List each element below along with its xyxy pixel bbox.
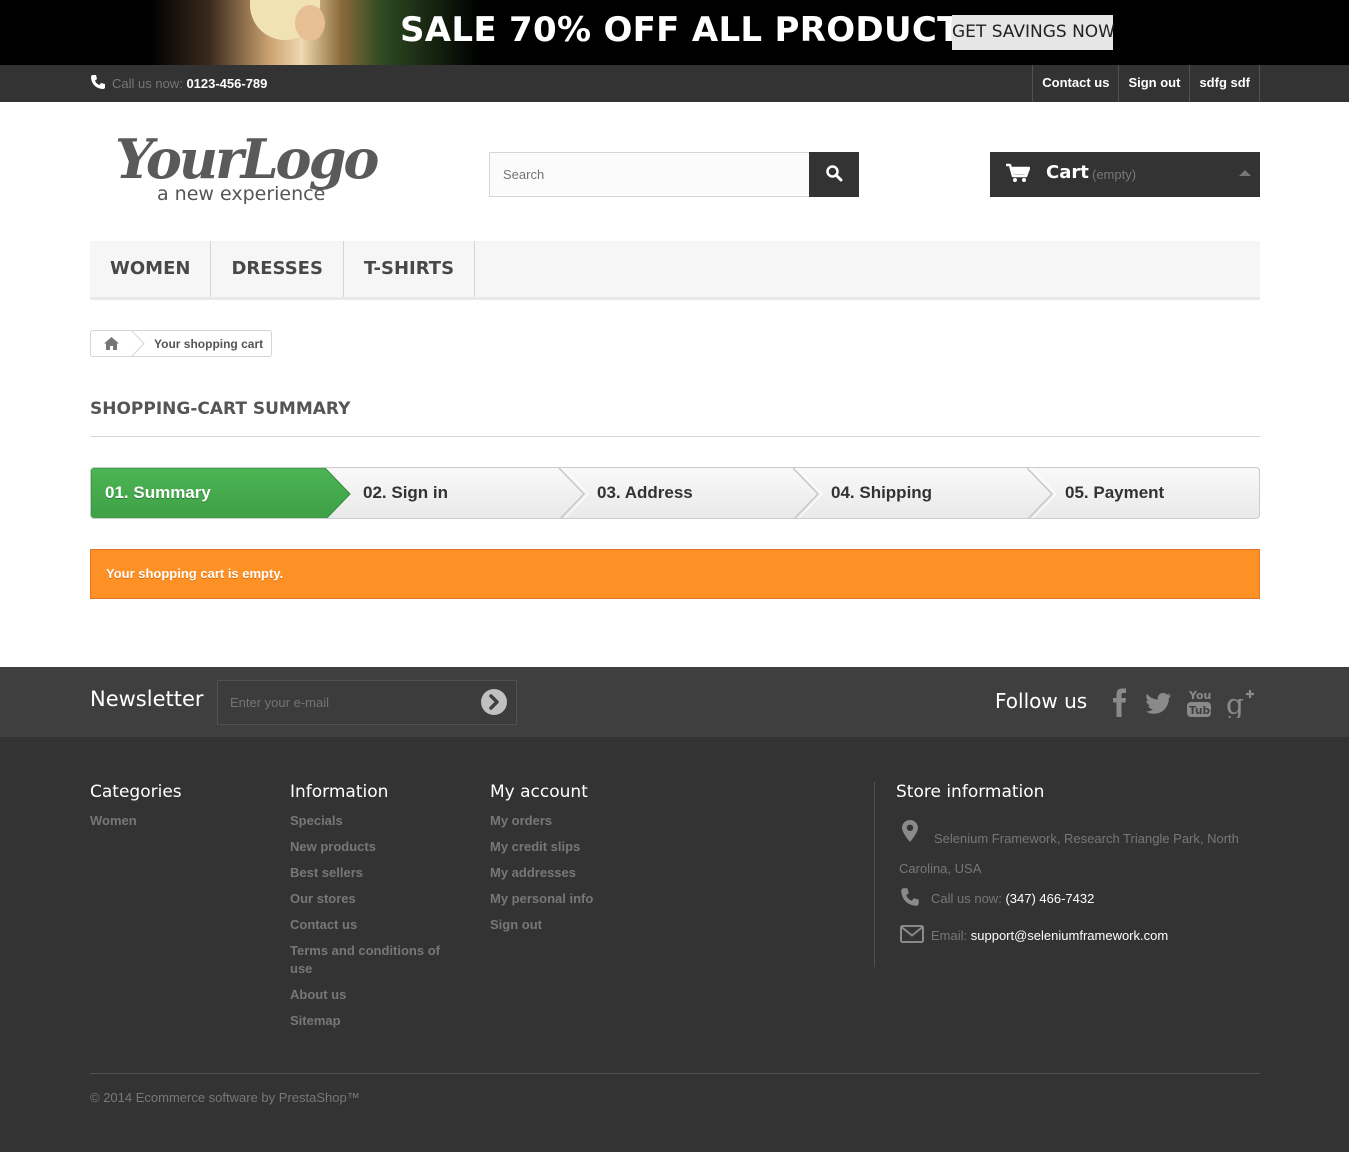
- footer: Categories Women Information Specials Ne…: [0, 737, 1349, 1152]
- footer-account-link[interactable]: Sign out: [490, 916, 593, 934]
- footer-info-link[interactable]: Contact us: [290, 916, 455, 934]
- header-phone: Call us now: 0123-456-789: [90, 74, 267, 91]
- user-links: Contact us Sign out sdfg sdf: [1032, 65, 1260, 102]
- footer-bottom-divider: [90, 1073, 1260, 1074]
- search-form: [489, 152, 859, 197]
- logo-tagline: a new experience: [157, 183, 325, 205]
- youtube-icon[interactable]: You Tube: [1186, 688, 1212, 718]
- sign-out-link[interactable]: Sign out: [1118, 65, 1189, 102]
- phone-icon: [91, 75, 105, 89]
- store-email-label: Email:: [931, 928, 968, 943]
- account-name-link[interactable]: sdfg sdf: [1189, 65, 1260, 102]
- cart-caret-icon: [1239, 170, 1251, 176]
- newsletter-submit-button[interactable]: [481, 689, 507, 715]
- search-button[interactable]: [809, 152, 859, 197]
- menu-item-tshirts[interactable]: T-SHIRTS: [344, 241, 476, 297]
- footer-info-link[interactable]: About us: [290, 986, 455, 1004]
- step-summary[interactable]: 01. Summary: [105, 483, 211, 503]
- step-address[interactable]: 03. Address: [597, 483, 693, 503]
- footer-divider: [874, 782, 875, 967]
- footer-info-link[interactable]: Terms and conditions of use: [290, 942, 455, 978]
- svg-text:Tube: Tube: [1189, 705, 1212, 717]
- newsletter-title: Newsletter: [90, 687, 204, 711]
- store-phone-label: Call us now:: [931, 891, 1002, 906]
- svg-text:g: g: [1226, 688, 1244, 718]
- empty-cart-alert: Your shopping cart is empty.: [90, 549, 1260, 599]
- breadcrumb-separator: [131, 331, 145, 356]
- footer-info-link[interactable]: Sitemap: [290, 1012, 455, 1030]
- footer-information: Information Specials New products Best s…: [290, 782, 455, 1038]
- step-sign-in[interactable]: 02. Sign in: [363, 483, 448, 503]
- store-address: Selenium Framework, Research Triangle Pa…: [899, 831, 1239, 876]
- site-logo[interactable]: YourLogo a new experience: [115, 122, 400, 207]
- footer-store-title: Store information: [896, 782, 1045, 802]
- top-bar: Call us now: 0123-456-789 Contact us Sig…: [0, 65, 1349, 102]
- store-phone: Call us now: (347) 466-7432: [931, 891, 1296, 906]
- contact-us-link[interactable]: Contact us: [1032, 65, 1118, 102]
- search-icon: [826, 165, 843, 182]
- copyright: © 2014 Ecommerce software by PrestaShop™: [90, 1090, 360, 1105]
- breadcrumb-current: Your shopping cart: [154, 337, 264, 351]
- page-title: SHOPPING-CART SUMMARY: [90, 397, 1260, 437]
- footer-my-account: My account My orders My credit slips My …: [490, 782, 593, 942]
- cart-icon: [1006, 163, 1030, 182]
- follow-us-title: Follow us: [995, 689, 1088, 713]
- order-steps: 01. Summary 02. Sign in 03. Address 04. …: [90, 467, 1260, 519]
- breadcrumb: Your shopping cart: [90, 330, 272, 357]
- google-plus-icon[interactable]: g: [1226, 688, 1254, 718]
- step-payment[interactable]: 05. Payment: [1065, 483, 1164, 503]
- twitter-icon[interactable]: [1146, 692, 1172, 714]
- get-savings-button[interactable]: GET SAVINGS NOW: [952, 15, 1115, 50]
- footer-account-title: My account: [490, 782, 588, 802]
- phone-label: Call us now:: [112, 76, 183, 91]
- phone-icon: [901, 888, 919, 906]
- footer-categories: Categories Women: [90, 782, 182, 838]
- footer-info-link[interactable]: New products: [290, 838, 455, 856]
- facebook-icon[interactable]: [1110, 688, 1130, 718]
- home-icon: [104, 337, 119, 350]
- cart-label: Cart: [1046, 162, 1089, 183]
- svg-text:You: You: [1188, 689, 1211, 702]
- footer-store-info: Store information Selenium Framework, Re…: [896, 782, 1260, 982]
- menu-item-women[interactable]: WOMEN: [90, 241, 212, 297]
- footer-account-link[interactable]: My addresses: [490, 864, 593, 882]
- phone-number: 0123-456-789: [186, 76, 268, 91]
- footer-account-link[interactable]: My orders: [490, 812, 593, 830]
- footer-info-link[interactable]: Our stores: [290, 890, 455, 908]
- search-input[interactable]: [489, 152, 810, 197]
- banner-headline: SALE 70% OFF ALL PRODUCTS: [400, 10, 986, 50]
- envelope-icon: [900, 925, 924, 943]
- chevron-right-icon: [489, 694, 499, 710]
- footer-categories-title: Categories: [90, 782, 182, 802]
- store-phone-number: (347) 466-7432: [1005, 891, 1095, 906]
- promo-banner[interactable]: SALE 70% OFF ALL PRODUCTS GET SAVINGS NO…: [0, 0, 1349, 65]
- footer-information-title: Information: [290, 782, 389, 802]
- cart-block[interactable]: Cart (empty): [990, 152, 1260, 197]
- store-email-link[interactable]: support@seleniumframework.com: [971, 928, 1168, 943]
- footer-info-link[interactable]: Specials: [290, 812, 455, 830]
- store-email: Email: support@seleniumframework.com: [931, 928, 1296, 943]
- step-shipping[interactable]: 04. Shipping: [831, 483, 932, 503]
- cart-status: (empty): [1092, 167, 1137, 182]
- newsletter-form: [217, 680, 517, 725]
- footer-account-link[interactable]: My credit slips: [490, 838, 593, 856]
- menu-item-dresses[interactable]: DRESSES: [211, 241, 344, 297]
- newsletter-email-input[interactable]: [218, 681, 468, 724]
- main-menu: WOMEN DRESSES T-SHIRTS: [90, 241, 1260, 300]
- footer-account-link[interactable]: My personal info: [490, 890, 593, 908]
- footer-category-link[interactable]: Women: [90, 812, 182, 830]
- logo-text: YourLogo: [115, 127, 378, 191]
- footer-info-link[interactable]: Best sellers: [290, 864, 455, 882]
